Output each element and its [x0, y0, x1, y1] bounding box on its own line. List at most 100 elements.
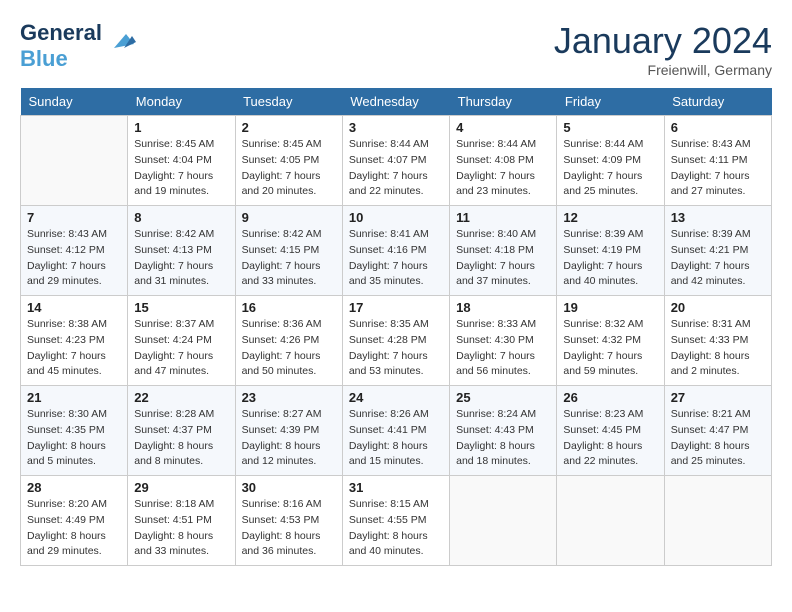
calendar-cell: 14 Sunrise: 8:38 AMSunset: 4:23 PMDayligh… — [21, 296, 128, 386]
day-info: Sunrise: 8:15 AMSunset: 4:55 PMDaylight:… — [349, 497, 443, 560]
day-info: Sunrise: 8:32 AMSunset: 4:32 PMDaylight:… — [563, 317, 657, 380]
calendar-cell: 26 Sunrise: 8:23 AMSunset: 4:45 PMDayligh… — [557, 386, 664, 476]
day-number: 13 — [671, 210, 765, 225]
day-info: Sunrise: 8:38 AMSunset: 4:23 PMDaylight:… — [27, 317, 121, 380]
calendar-cell: 19 Sunrise: 8:32 AMSunset: 4:32 PMDayligh… — [557, 296, 664, 386]
calendar-cell — [664, 476, 771, 566]
calendar-cell: 11Sunrise: 8:40 AMSunset: 4:18 PMDayligh… — [450, 206, 557, 296]
day-number: 12 — [563, 210, 657, 225]
calendar-cell: 13 Sunrise: 8:39 AMSunset: 4:21 PMDayligh… — [664, 206, 771, 296]
calendar-cell: 3 Sunrise: 8:44 AMSunset: 4:07 PMDaylight… — [342, 116, 449, 206]
page-header: General Blue January 2024 Freienwill, Ge… — [20, 20, 772, 78]
day-info: Sunrise: 8:42 AMSunset: 4:15 PMDaylight:… — [242, 227, 336, 290]
month-title: January 2024 — [554, 20, 772, 62]
day-info: Sunrise: 8:45 AMSunset: 4:05 PMDaylight:… — [242, 137, 336, 200]
day-info: Sunrise: 8:39 AMSunset: 4:21 PMDaylight:… — [671, 227, 765, 290]
calendar-cell: 8 Sunrise: 8:42 AMSunset: 4:13 PMDaylight… — [128, 206, 235, 296]
calendar-header-row: SundayMondayTuesdayWednesdayThursdayFrid… — [21, 88, 772, 116]
calendar-cell: 28 Sunrise: 8:20 AMSunset: 4:49 PMDayligh… — [21, 476, 128, 566]
calendar-cell: 27 Sunrise: 8:21 AMSunset: 4:47 PMDayligh… — [664, 386, 771, 476]
calendar-cell: 16Sunrise: 8:36 AMSunset: 4:26 PMDayligh… — [235, 296, 342, 386]
day-info: Sunrise: 8:28 AMSunset: 4:37 PMDaylight:… — [134, 407, 228, 470]
weekday-header-wednesday: Wednesday — [342, 88, 449, 116]
calendar-cell: 6 Sunrise: 8:43 AMSunset: 4:11 PMDaylight… — [664, 116, 771, 206]
calendar-cell — [21, 116, 128, 206]
day-number: 25 — [456, 390, 550, 405]
day-number: 10 — [349, 210, 443, 225]
day-info: Sunrise: 8:41 AMSunset: 4:16 PMDaylight:… — [349, 227, 443, 290]
day-info: Sunrise: 8:42 AMSunset: 4:13 PMDaylight:… — [134, 227, 228, 290]
calendar-cell: 2 Sunrise: 8:45 AMSunset: 4:05 PMDaylight… — [235, 116, 342, 206]
day-number: 6 — [671, 120, 765, 135]
calendar-table: SundayMondayTuesdayWednesdayThursdayFrid… — [20, 88, 772, 566]
day-number: 1 — [134, 120, 228, 135]
title-section: January 2024 Freienwill, Germany — [554, 20, 772, 78]
day-number: 3 — [349, 120, 443, 135]
logo-icon — [106, 26, 136, 56]
day-number: 2 — [242, 120, 336, 135]
day-info: Sunrise: 8:30 AMSunset: 4:35 PMDaylight:… — [27, 407, 121, 470]
day-number: 29 — [134, 480, 228, 495]
day-info: Sunrise: 8:20 AMSunset: 4:49 PMDaylight:… — [27, 497, 121, 560]
day-info: Sunrise: 8:43 AMSunset: 4:11 PMDaylight:… — [671, 137, 765, 200]
weekday-header-saturday: Saturday — [664, 88, 771, 116]
week-row-2: 7 Sunrise: 8:43 AMSunset: 4:12 PMDaylight… — [21, 206, 772, 296]
calendar-cell: 7 Sunrise: 8:43 AMSunset: 4:12 PMDaylight… — [21, 206, 128, 296]
calendar-cell: 1 Sunrise: 8:45 AMSunset: 4:04 PMDaylight… — [128, 116, 235, 206]
weekday-header-sunday: Sunday — [21, 88, 128, 116]
day-number: 19 — [563, 300, 657, 315]
location-subtitle: Freienwill, Germany — [554, 62, 772, 78]
calendar-cell: 30 Sunrise: 8:16 AMSunset: 4:53 PMDayligh… — [235, 476, 342, 566]
calendar-cell: 15Sunrise: 8:37 AMSunset: 4:24 PMDayligh… — [128, 296, 235, 386]
day-number: 7 — [27, 210, 121, 225]
calendar-cell: 17Sunrise: 8:35 AMSunset: 4:28 PMDayligh… — [342, 296, 449, 386]
weekday-header-monday: Monday — [128, 88, 235, 116]
logo: General Blue — [20, 20, 136, 72]
logo-text: General Blue — [20, 20, 102, 72]
day-info: Sunrise: 8:44 AMSunset: 4:09 PMDaylight:… — [563, 137, 657, 200]
day-info: Sunrise: 8:44 AMSunset: 4:08 PMDaylight:… — [456, 137, 550, 200]
day-number: 23 — [242, 390, 336, 405]
day-number: 27 — [671, 390, 765, 405]
day-info: Sunrise: 8:45 AMSunset: 4:04 PMDaylight:… — [134, 137, 228, 200]
calendar-cell: 31Sunrise: 8:15 AMSunset: 4:55 PMDayligh… — [342, 476, 449, 566]
calendar-cell: 20Sunrise: 8:31 AMSunset: 4:33 PMDayligh… — [664, 296, 771, 386]
day-number: 5 — [563, 120, 657, 135]
day-number: 18 — [456, 300, 550, 315]
day-info: Sunrise: 8:36 AMSunset: 4:26 PMDaylight:… — [242, 317, 336, 380]
day-info: Sunrise: 8:44 AMSunset: 4:07 PMDaylight:… — [349, 137, 443, 200]
calendar-cell — [450, 476, 557, 566]
day-number: 30 — [242, 480, 336, 495]
calendar-cell: 29Sunrise: 8:18 AMSunset: 4:51 PMDayligh… — [128, 476, 235, 566]
day-number: 14 — [27, 300, 121, 315]
day-number: 9 — [242, 210, 336, 225]
week-row-5: 28 Sunrise: 8:20 AMSunset: 4:49 PMDayligh… — [21, 476, 772, 566]
week-row-1: 1 Sunrise: 8:45 AMSunset: 4:04 PMDaylight… — [21, 116, 772, 206]
day-number: 26 — [563, 390, 657, 405]
calendar-cell: 22 Sunrise: 8:28 AMSunset: 4:37 PMDayligh… — [128, 386, 235, 476]
day-info: Sunrise: 8:24 AMSunset: 4:43 PMDaylight:… — [456, 407, 550, 470]
day-info: Sunrise: 8:43 AMSunset: 4:12 PMDaylight:… — [27, 227, 121, 290]
day-info: Sunrise: 8:16 AMSunset: 4:53 PMDaylight:… — [242, 497, 336, 560]
day-number: 22 — [134, 390, 228, 405]
day-info: Sunrise: 8:26 AMSunset: 4:41 PMDaylight:… — [349, 407, 443, 470]
day-number: 15 — [134, 300, 228, 315]
calendar-cell: 9 Sunrise: 8:42 AMSunset: 4:15 PMDaylight… — [235, 206, 342, 296]
calendar-cell: 24Sunrise: 8:26 AMSunset: 4:41 PMDayligh… — [342, 386, 449, 476]
day-number: 28 — [27, 480, 121, 495]
day-number: 8 — [134, 210, 228, 225]
calendar-cell — [557, 476, 664, 566]
day-info: Sunrise: 8:23 AMSunset: 4:45 PMDaylight:… — [563, 407, 657, 470]
calendar-cell: 25 Sunrise: 8:24 AMSunset: 4:43 PMDayligh… — [450, 386, 557, 476]
day-info: Sunrise: 8:21 AMSunset: 4:47 PMDaylight:… — [671, 407, 765, 470]
calendar-cell: 10 Sunrise: 8:41 AMSunset: 4:16 PMDayligh… — [342, 206, 449, 296]
calendar-cell: 18 Sunrise: 8:33 AMSunset: 4:30 PMDayligh… — [450, 296, 557, 386]
day-number: 21 — [27, 390, 121, 405]
day-info: Sunrise: 8:39 AMSunset: 4:19 PMDaylight:… — [563, 227, 657, 290]
weekday-header-thursday: Thursday — [450, 88, 557, 116]
day-info: Sunrise: 8:40 AMSunset: 4:18 PMDaylight:… — [456, 227, 550, 290]
day-number: 20 — [671, 300, 765, 315]
weekday-header-friday: Friday — [557, 88, 664, 116]
week-row-4: 21 Sunrise: 8:30 AMSunset: 4:35 PMDayligh… — [21, 386, 772, 476]
day-info: Sunrise: 8:33 AMSunset: 4:30 PMDaylight:… — [456, 317, 550, 380]
